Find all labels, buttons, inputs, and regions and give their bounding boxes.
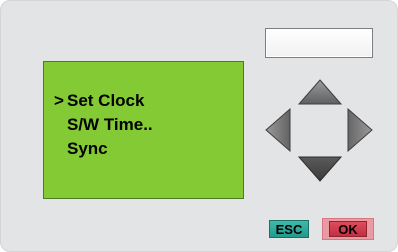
down-arrow-button[interactable]	[298, 156, 342, 182]
menu-item-set-clock[interactable]: > Set Clock	[54, 89, 153, 113]
up-arrow-button[interactable]	[298, 79, 342, 105]
menu-item-sw-time[interactable]: S/W Time..	[54, 113, 153, 137]
device-panel: > Set Clock S/W Time.. Sync ESC OK	[0, 0, 398, 252]
up-arrow-icon	[298, 79, 342, 105]
menu-item-label: Set Clock	[67, 91, 145, 110]
left-arrow-button[interactable]	[265, 108, 291, 152]
right-arrow-icon	[347, 108, 373, 152]
ok-button[interactable]: OK	[322, 218, 374, 240]
menu-item-label: Sync	[67, 139, 108, 158]
menu-item-label: S/W Time..	[67, 115, 153, 134]
lcd-screen: > Set Clock S/W Time.. Sync	[43, 61, 244, 199]
top-button[interactable]	[265, 28, 373, 58]
menu-cursor: >	[54, 91, 64, 110]
ok-button-label: OK	[329, 221, 367, 237]
right-arrow-button[interactable]	[347, 108, 373, 152]
left-arrow-icon	[265, 108, 291, 152]
esc-button[interactable]: ESC	[269, 220, 309, 238]
menu-item-sync[interactable]: Sync	[54, 137, 153, 161]
down-arrow-icon	[298, 156, 342, 182]
lcd-menu: > Set Clock S/W Time.. Sync	[54, 89, 153, 161]
